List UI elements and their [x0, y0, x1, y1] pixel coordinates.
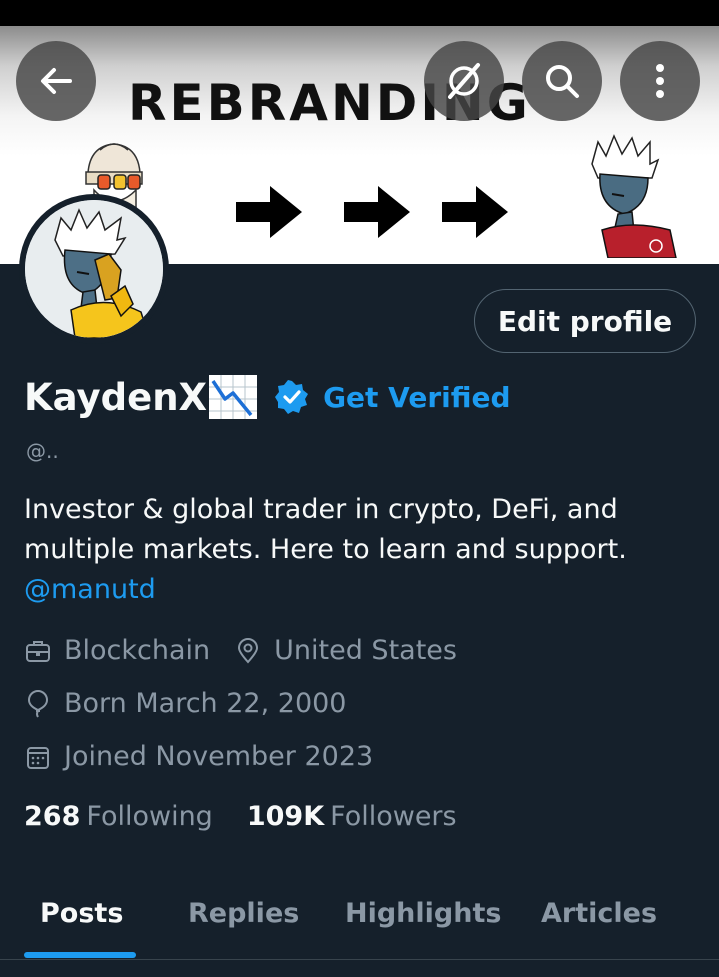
briefcase-icon: [26, 640, 50, 662]
location-label: United States: [274, 635, 457, 666]
profile-tabs: Posts Replies Highlights Articles: [0, 880, 719, 960]
followers-link[interactable]: 109K Followers: [247, 801, 457, 832]
status-bar: [0, 0, 719, 26]
banner-arrow-icon: [344, 186, 410, 238]
tab-replies[interactable]: Replies: [188, 898, 299, 929]
back-button[interactable]: [16, 41, 96, 121]
location-item: United States: [234, 635, 457, 666]
get-verified-link[interactable]: Get Verified: [323, 381, 510, 414]
name-row: KaydenX Get Verified: [24, 372, 511, 422]
joined-label: Joined November 2023: [64, 741, 374, 772]
follow-stats: 268 Following 109K Followers: [24, 801, 491, 832]
balloon-icon: [27, 689, 49, 718]
following-count: 268: [24, 801, 81, 832]
verified-badge-icon: [275, 380, 309, 414]
followers-count: 109K: [246, 801, 325, 832]
edit-profile-button[interactable]: Edit profile: [474, 289, 696, 353]
display-name: KaydenX: [24, 375, 208, 419]
profile-avatar[interactable]: [19, 194, 169, 344]
avatar-character-art: [25, 200, 163, 338]
category-item: Blockchain: [24, 635, 210, 666]
location-pin-icon: [238, 637, 259, 663]
chart-decreasing-emoji-icon: [209, 375, 258, 419]
more-options-button[interactable]: [620, 41, 700, 121]
slash-circle-icon: [448, 63, 480, 99]
more-vertical-icon: [656, 64, 664, 98]
tab-articles[interactable]: Articles: [541, 898, 657, 929]
category-label: Blockchain: [64, 635, 211, 666]
user-handle: @..: [26, 439, 59, 463]
avatar-image: [25, 200, 163, 338]
followers-label: Followers: [330, 801, 457, 832]
bio-text: Investor & global trader in crypto, DeFi…: [24, 494, 627, 565]
joined-item: Joined November 2023: [24, 741, 373, 772]
bio-mention-link[interactable]: @manutd: [24, 570, 704, 610]
banner-arrow-icon: [442, 186, 508, 238]
following-label: Following: [86, 801, 213, 832]
banner-right-character-image: [591, 134, 677, 258]
profile-meta-born: Born March 22, 2000: [24, 688, 371, 719]
following-link[interactable]: 268 Following: [24, 801, 213, 832]
grok-button[interactable]: [424, 41, 504, 121]
calendar-icon: [27, 746, 49, 769]
profile-meta-category-location: Blockchain United States: [24, 635, 481, 666]
born-item: Born March 22, 2000: [24, 688, 347, 719]
profile-bio: Investor & global trader in crypto, DeFi…: [24, 490, 704, 610]
arrow-left-icon: [41, 68, 72, 94]
born-label: Born March 22, 2000: [64, 688, 347, 719]
search-icon: [546, 65, 579, 98]
active-tab-indicator: [24, 952, 136, 958]
tab-highlights[interactable]: Highlights: [345, 898, 501, 929]
search-button[interactable]: [522, 41, 602, 121]
tab-posts[interactable]: Posts: [40, 898, 123, 929]
banner-arrow-icon: [236, 186, 302, 238]
profile-meta-joined: Joined November 2023: [24, 741, 397, 772]
